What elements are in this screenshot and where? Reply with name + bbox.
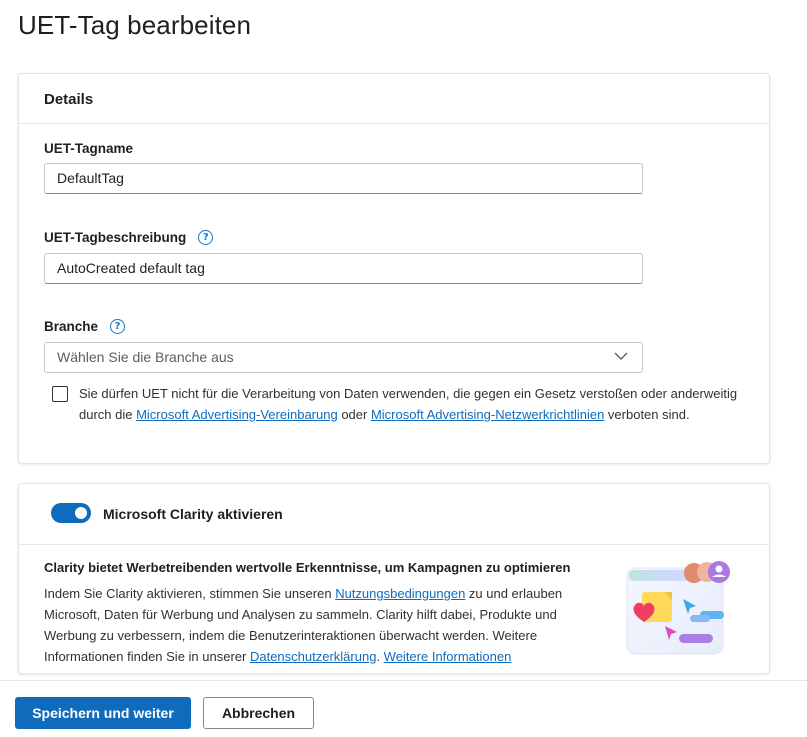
details-card: Details UET-Tagname DefaultTag UET-Tagbe… <box>18 73 770 464</box>
policy-text: Sie dürfen UET nicht für die Verarbeitun… <box>79 383 759 425</box>
footer-divider <box>0 680 807 681</box>
toggle-knob <box>75 507 87 519</box>
industry-label: Branche ? <box>44 319 126 334</box>
clarity-heading: Clarity bietet Werbetreibenden wertvolle… <box>44 560 571 575</box>
tag-name-label-text: UET-Tagname <box>44 141 134 156</box>
tag-name-label: UET-Tagname <box>44 141 133 156</box>
cancel-button[interactable]: Abbrechen <box>203 697 314 729</box>
save-continue-button[interactable]: Speichern und weiter <box>15 697 191 729</box>
tag-description-label: UET-Tagbeschreibung ? <box>44 230 214 245</box>
clarity-text-part: . <box>376 649 384 664</box>
divider <box>19 544 769 545</box>
tag-description-input[interactable]: AutoCreated default tag <box>44 253 643 284</box>
policy-text-part: verboten sind. <box>604 407 690 422</box>
policy-checkbox[interactable] <box>52 386 68 402</box>
industry-select[interactable]: Wählen Sie die Branche aus <box>44 342 643 373</box>
clarity-card: Microsoft Clarity aktivieren Clarity bie… <box>18 483 770 674</box>
network-policies-link[interactable]: Microsoft Advertising-Netzwerkrichtlinie… <box>371 407 604 422</box>
clarity-toggle-label: Microsoft Clarity aktivieren <box>103 506 283 522</box>
clarity-toggle[interactable] <box>51 503 91 523</box>
industry-label-text: Branche <box>44 319 99 334</box>
industry-select-placeholder: Wählen Sie die Branche aus <box>57 349 234 365</box>
privacy-link[interactable]: Datenschutzerklärung <box>250 649 376 664</box>
terms-link[interactable]: Nutzungsbedingungen <box>335 586 465 601</box>
advertising-agreement-link[interactable]: Microsoft Advertising-Vereinbarung <box>136 407 338 422</box>
clarity-description: Indem Sie Clarity aktivieren, stimmen Si… <box>44 583 604 667</box>
policy-text-part: oder <box>337 407 371 422</box>
clarity-illustration <box>626 561 730 655</box>
page-title: UET-Tag bearbeiten <box>18 10 252 40</box>
chevron-down-icon <box>614 352 628 360</box>
clarity-text-part: Indem Sie Clarity aktivieren, stimmen Si… <box>44 586 336 601</box>
more-info-link[interactable]: Weitere Informationen <box>384 649 512 664</box>
tag-description-label-text: UET-Tagbeschreibung <box>44 230 187 245</box>
help-icon[interactable]: ? <box>198 230 214 245</box>
help-icon[interactable]: ? <box>110 319 126 334</box>
tag-name-input[interactable]: DefaultTag <box>44 163 643 194</box>
details-header: Details <box>19 74 769 124</box>
